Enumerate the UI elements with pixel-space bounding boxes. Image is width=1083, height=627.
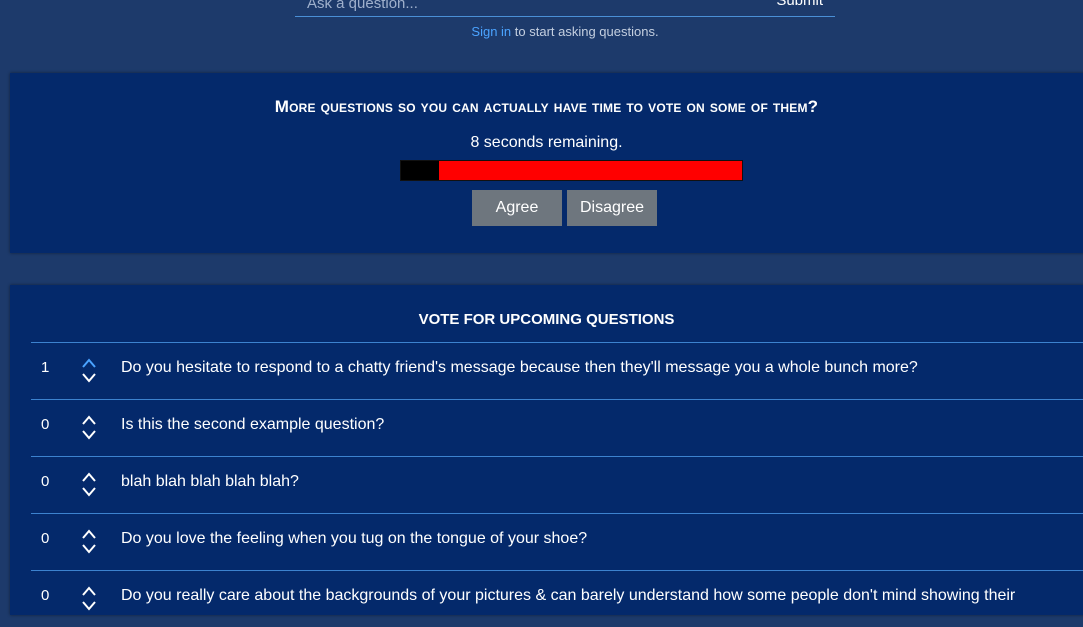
timer-text: 8 seconds remaining. <box>470 134 623 151</box>
agree-button[interactable]: Agree <box>472 190 562 226</box>
question-score: 0 <box>41 416 50 433</box>
chevron-up-icon[interactable] <box>81 585 97 597</box>
question-score: 0 <box>41 587 50 604</box>
chevron-down-icon[interactable] <box>81 600 97 612</box>
question-row: 1 Do you hesitate to respond to a chatty… <box>31 342 1083 399</box>
signin-note-text: to start asking questions. <box>511 24 659 39</box>
chevron-up-icon[interactable] <box>81 357 97 369</box>
question-text[interactable]: Do you really care about the backgrounds… <box>121 587 1070 605</box>
current-question-title: More questions so you can actually have … <box>274 97 819 116</box>
question-text[interactable]: Do you hesitate to respond to a chatty f… <box>121 359 1070 377</box>
question-row: 0 blah blah blah blah blah? <box>31 456 1083 513</box>
chevron-up-icon[interactable] <box>81 414 97 426</box>
chevron-down-icon[interactable] <box>81 543 97 555</box>
chevron-up-icon[interactable] <box>81 528 97 540</box>
ask-question-input[interactable] <box>307 0 727 14</box>
question-score: 1 <box>41 359 50 376</box>
submit-button[interactable]: Submit <box>776 0 823 9</box>
question-text[interactable]: Do you love the feeling when you tug on … <box>121 530 1070 548</box>
ask-question-bar: Submit <box>295 0 835 17</box>
question-text[interactable]: Is this the second example question? <box>121 416 1070 434</box>
signin-note: Sign in to start asking questions. <box>295 24 835 39</box>
vote-arrows <box>81 357 97 385</box>
chevron-down-icon[interactable] <box>81 429 97 441</box>
question-score: 0 <box>41 530 50 547</box>
vote-arrows <box>81 471 97 499</box>
question-text[interactable]: blah blah blah blah blah? <box>121 473 1070 491</box>
vote-arrows <box>81 528 97 556</box>
signin-link[interactable]: Sign in <box>471 24 511 39</box>
timer-progress-bar <box>400 160 743 181</box>
vote-arrows <box>81 585 97 613</box>
chevron-down-icon[interactable] <box>81 372 97 384</box>
upcoming-questions-title: VOTE FOR UPCOMING QUESTIONS <box>418 311 675 328</box>
question-row: 0 Do you love the feeling when you tug o… <box>31 513 1083 570</box>
question-list: 1 Do you hesitate to respond to a chatty… <box>31 342 1083 627</box>
question-row: 0 Do you really care about the backgroun… <box>31 570 1083 627</box>
question-row: 0 Is this the second example question? <box>31 399 1083 456</box>
disagree-button[interactable]: Disagree <box>567 190 657 226</box>
chevron-down-icon[interactable] <box>81 486 97 498</box>
chevron-up-icon[interactable] <box>81 471 97 483</box>
question-score: 0 <box>41 473 50 490</box>
vote-arrows <box>81 414 97 442</box>
current-question-panel: More questions so you can actually have … <box>10 73 1083 253</box>
upcoming-questions-panel: VOTE FOR UPCOMING QUESTIONS 1 Do you hes… <box>10 285 1083 615</box>
timer-progress-elapsed <box>401 161 439 180</box>
